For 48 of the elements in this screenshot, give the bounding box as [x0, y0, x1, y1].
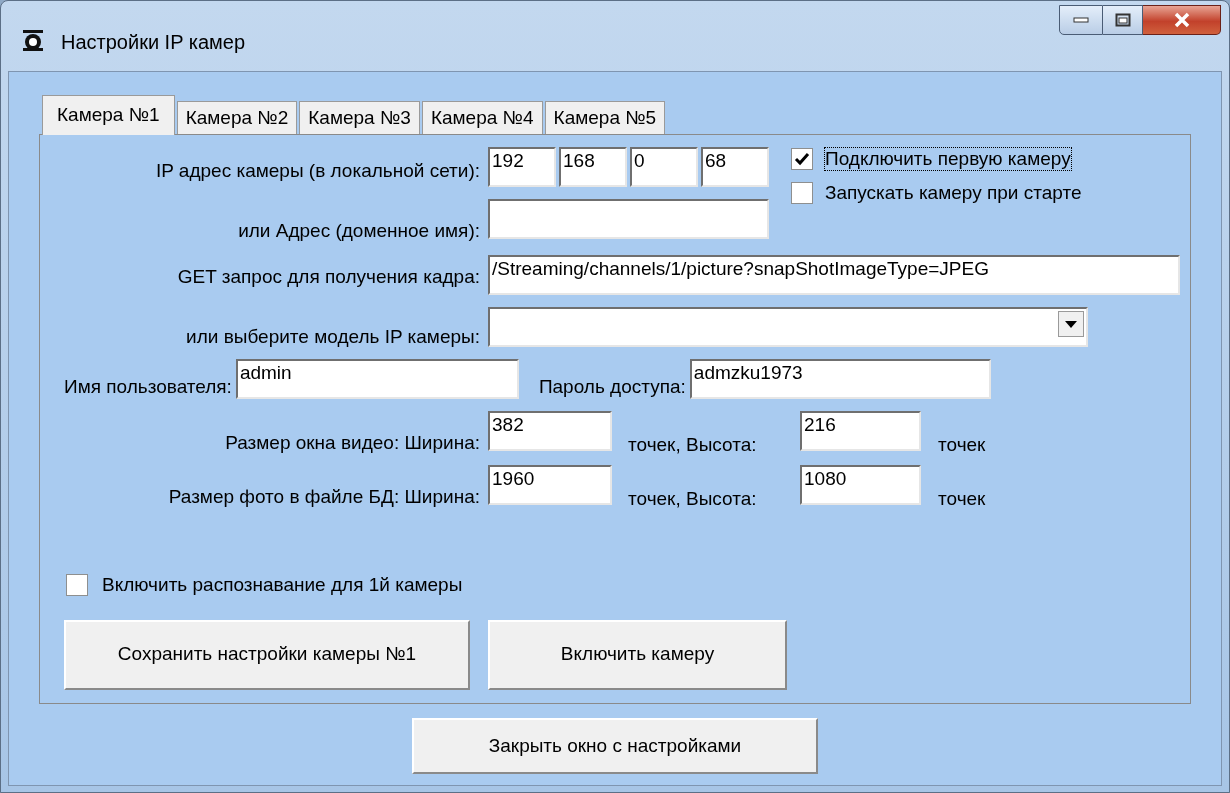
window-title: Настройки IP камер [61, 30, 246, 55]
tab[interactable]: Камера №3 [299, 101, 420, 134]
tab[interactable]: Камера №1 [42, 95, 175, 135]
input-field[interactable]: 1080 [800, 465, 921, 505]
field-label: Имя пользователя: [64, 375, 232, 399]
checkbox-label[interactable]: Включить распознавание для 1й камеры [102, 571, 463, 600]
ip-octet-field[interactable]: 168 [559, 147, 627, 187]
field-label: точек [938, 487, 986, 511]
camera-icon [21, 29, 45, 51]
field-label: IP адрес камеры (в локальной сети): [154, 159, 480, 183]
input-field[interactable]: /Streaming/channels/1/picture?snapShotImageType=JPEG [488, 255, 1180, 295]
field-label: Размер окна видео: Ширина: [224, 431, 480, 455]
input-field[interactable]: admzku1973 [689, 359, 991, 399]
checkbox-label[interactable]: Подключить первую камеру [825, 148, 1071, 170]
caret-icon [1058, 311, 1084, 337]
minimize-button[interactable] [1059, 5, 1103, 35]
ip-octet-field[interactable]: 192 [488, 147, 556, 187]
maximize-button[interactable] [1103, 5, 1143, 35]
input-field[interactable]: admin [235, 359, 519, 399]
tab[interactable]: Камера №4 [421, 101, 543, 134]
action-button[interactable]: Сохранить настройки камеры №1 [64, 619, 470, 690]
close-button[interactable] [1143, 5, 1221, 35]
field-label: GET запрос для получения кадра: [176, 265, 480, 289]
field-label: точек, Высота: [628, 487, 758, 511]
close-icon [1172, 12, 1191, 28]
tab[interactable]: Камера №2 [176, 101, 298, 134]
minimize-icon [1073, 17, 1089, 23]
field-label: точек, Высота: [628, 433, 758, 457]
ip-octet-field[interactable]: 0 [630, 147, 698, 187]
input-field[interactable]: 1960 [488, 465, 612, 505]
field-label: или выберите модель IP камеры: [185, 325, 480, 349]
field-label: или Адрес (доменное имя): [237, 219, 480, 243]
input-field[interactable]: 216 [800, 411, 921, 451]
checkbox[interactable] [791, 148, 813, 170]
ip-octet-field[interactable]: 68 [701, 147, 769, 187]
field-label: Пароль доступа: [538, 375, 686, 399]
input-field[interactable] [488, 199, 769, 239]
input-field[interactable]: 382 [488, 411, 612, 451]
model-dropdown[interactable] [488, 307, 1088, 347]
field-label: точек [938, 433, 986, 457]
checkbox[interactable] [66, 574, 88, 597]
checkbox-label[interactable]: Запускать камеру при старте [825, 182, 1082, 204]
tab[interactable]: Камера №5 [544, 101, 666, 134]
action-button[interactable]: Включить камеру [488, 619, 787, 690]
checkbox[interactable] [791, 182, 813, 204]
close-settings-button[interactable]: Закрыть окно с настройками [412, 718, 818, 774]
maximize-icon [1114, 13, 1131, 27]
field-label: Размер фото в файле БД: Ширина: [167, 485, 480, 509]
